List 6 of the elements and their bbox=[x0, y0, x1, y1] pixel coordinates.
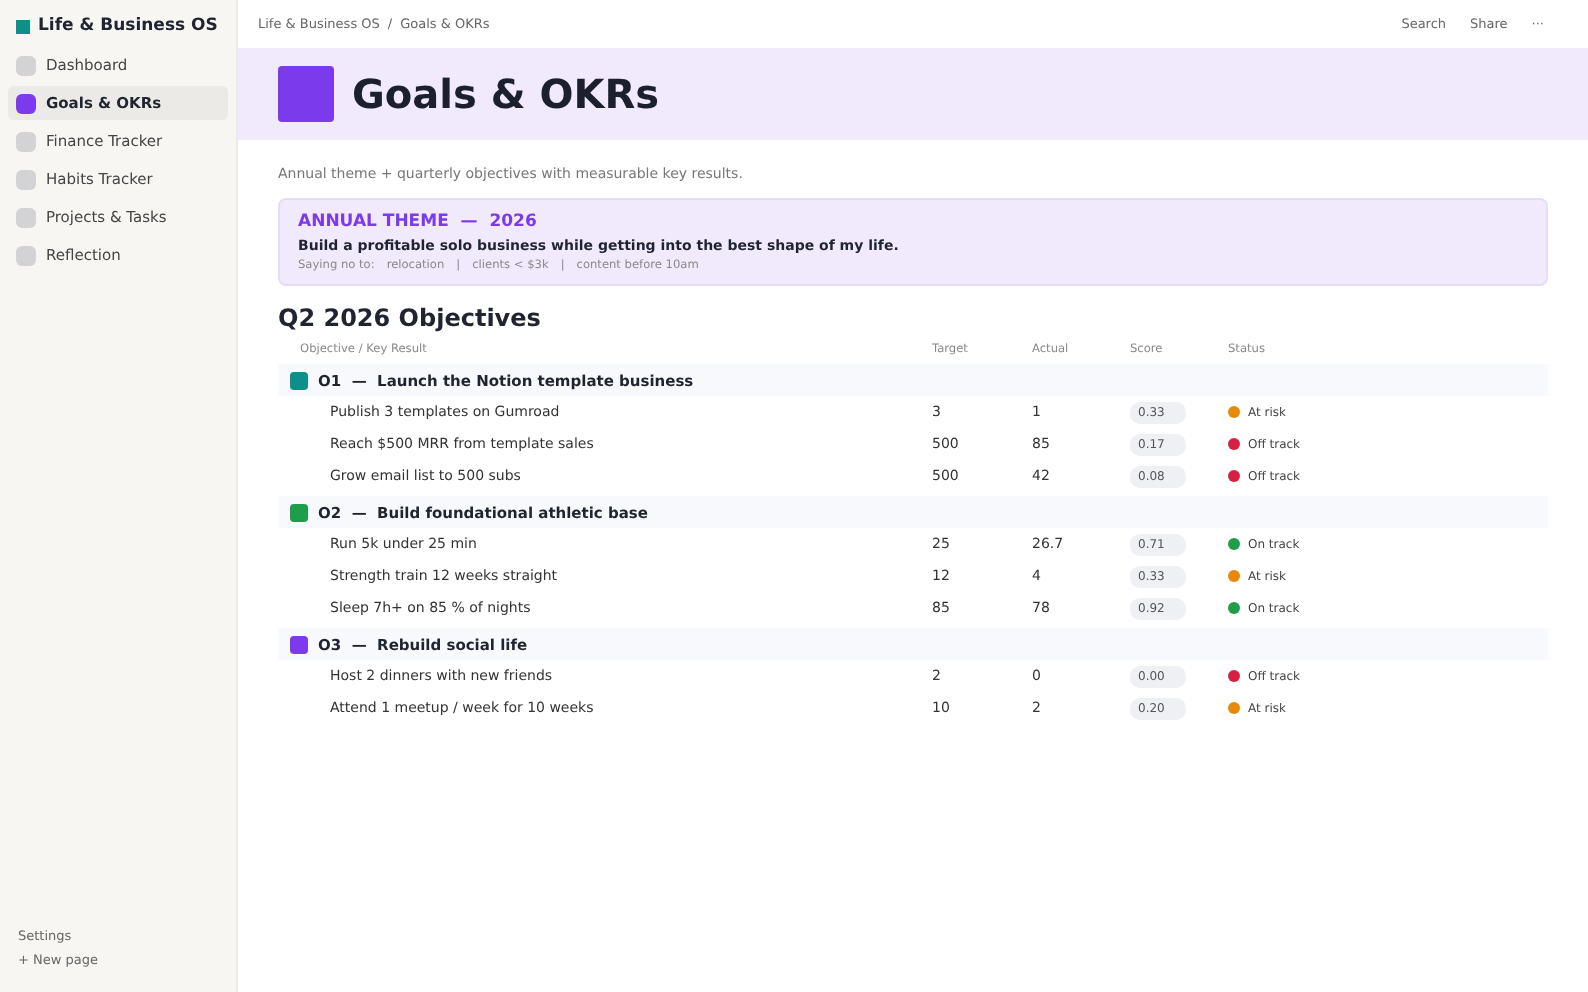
page-icon bbox=[278, 66, 334, 122]
workspace-title: Life & Business OS bbox=[38, 16, 218, 36]
section-title: Q2 2026 Objectives bbox=[278, 304, 543, 332]
theme-heading: ANNUAL THEME — 2026 bbox=[298, 212, 539, 232]
workspace-icon bbox=[16, 19, 30, 33]
page-title: Goals & OKRs bbox=[352, 70, 660, 118]
